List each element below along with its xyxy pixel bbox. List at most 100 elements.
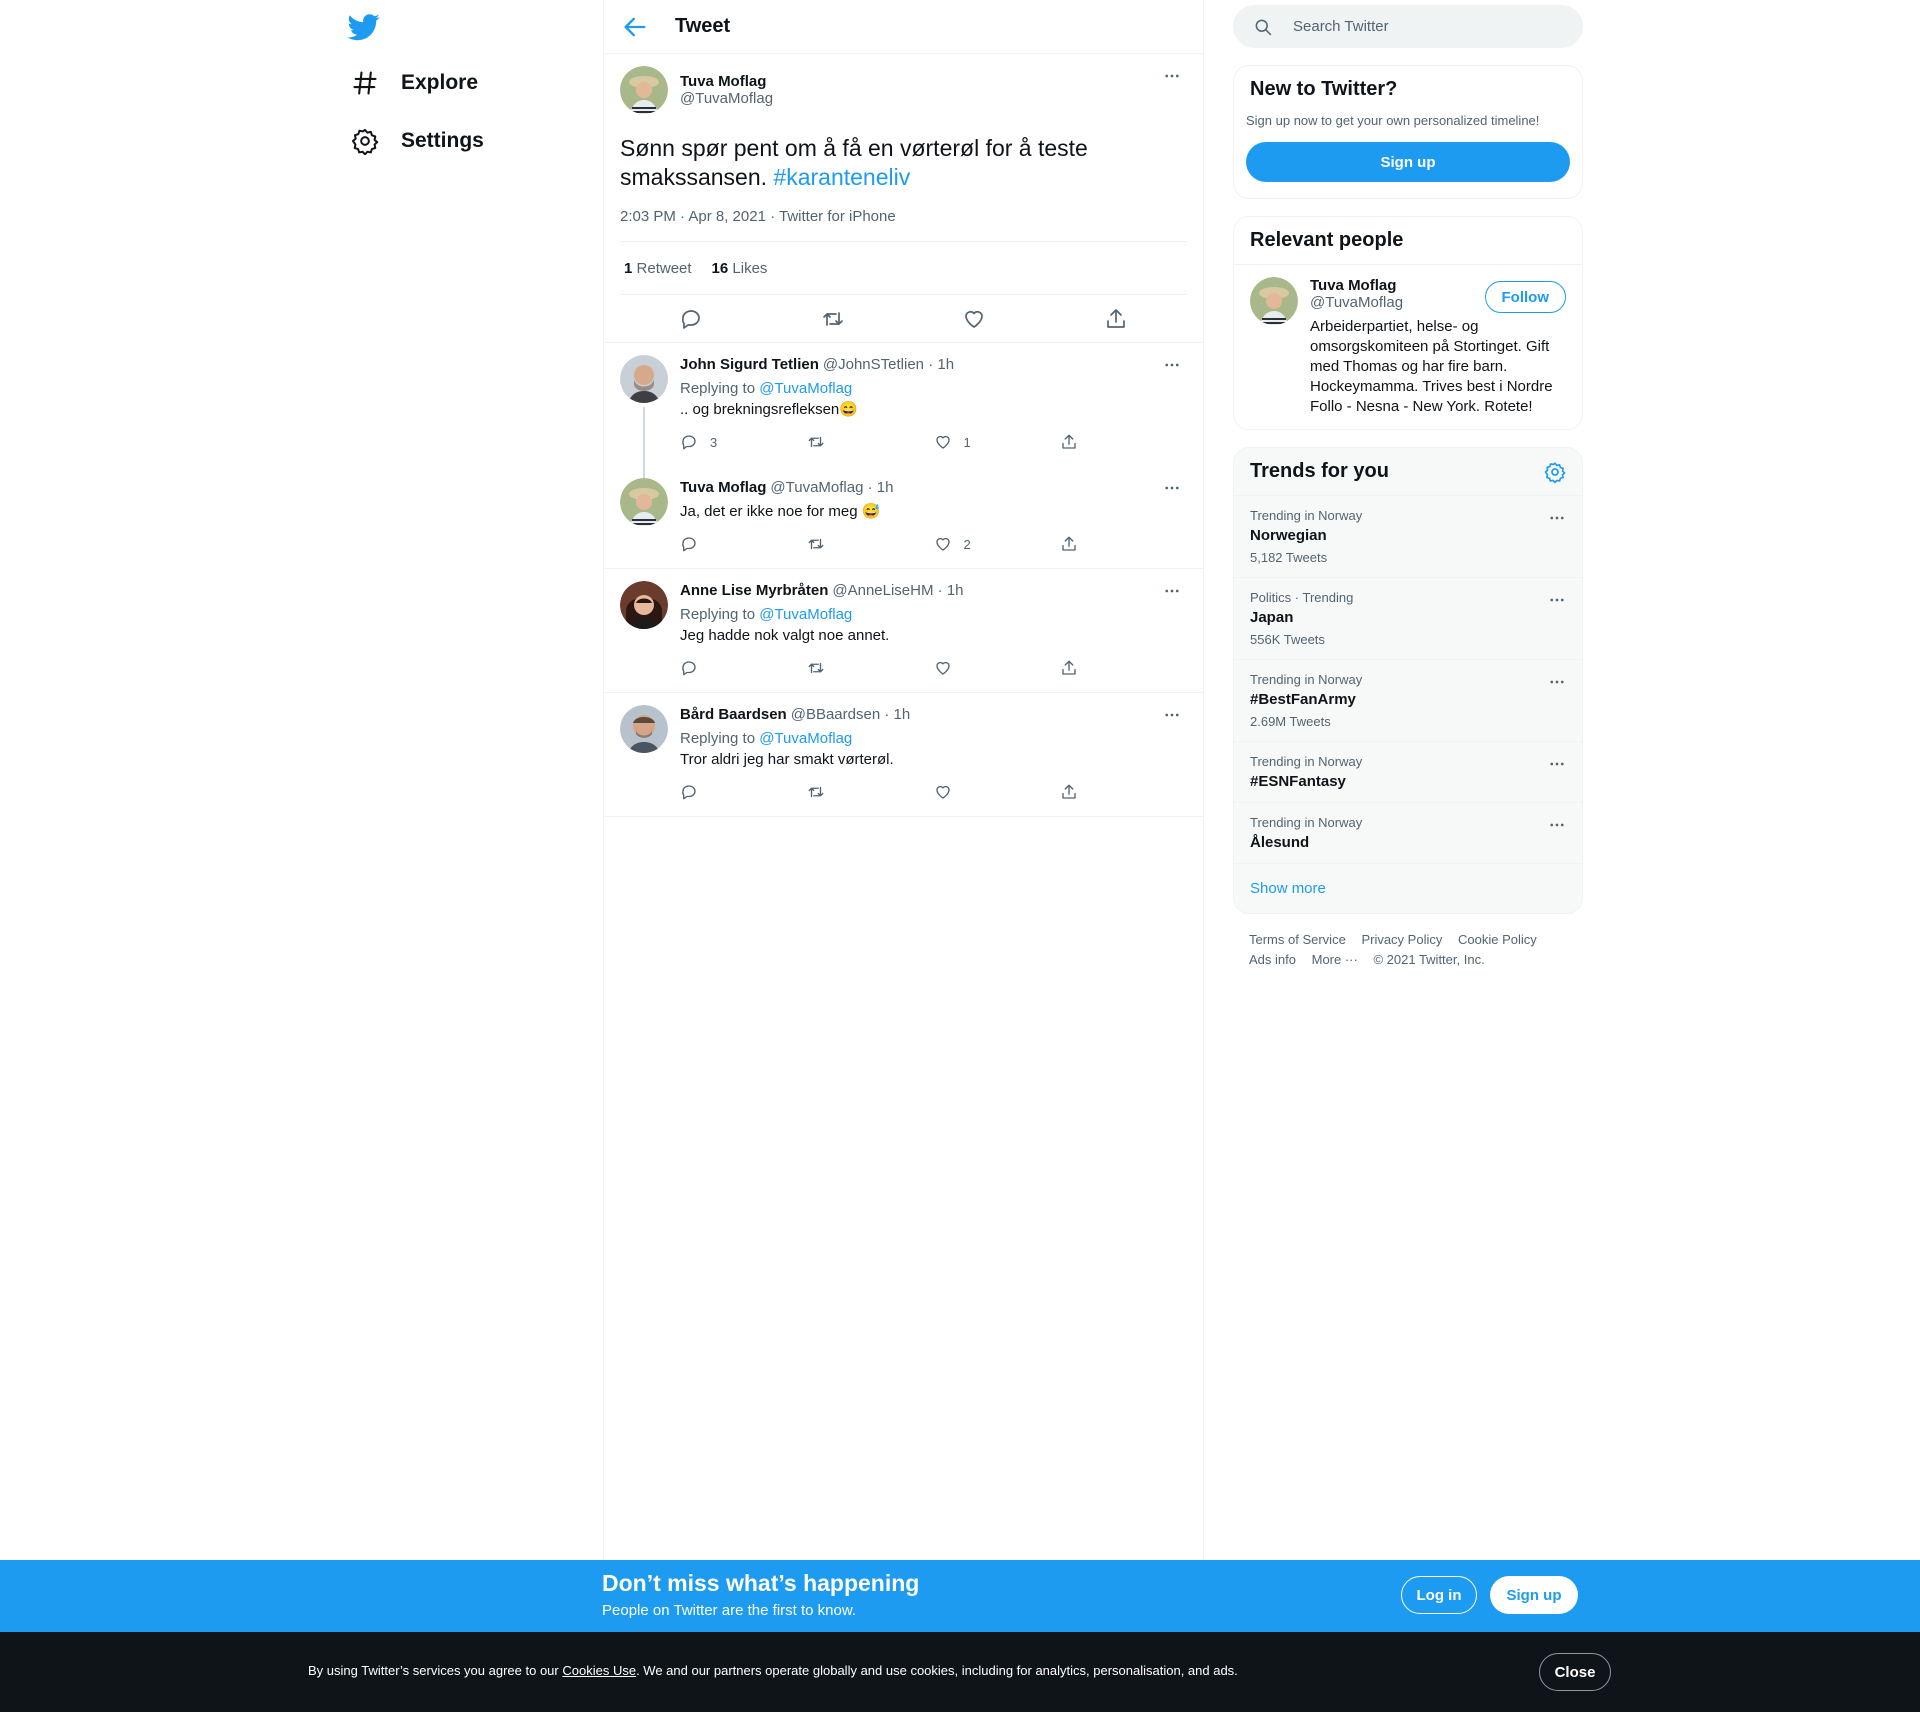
retweet-action[interactable] [807,433,934,451]
new-to-twitter-card: New to Twitter? Sign up now to get your … [1233,65,1583,199]
trend-item[interactable]: Trending in Norway Norwegian 5,182 Tweet… [1234,496,1582,578]
more-options-icon[interactable] [1542,672,1572,692]
search-box[interactable] [1233,5,1583,48]
mention-link[interactable]: @TuvaMoflag [759,380,852,397]
author-name[interactable]: Tuva Moflag [680,73,773,90]
like-icon [935,537,950,551]
signup-button[interactable]: Sign up [1246,142,1570,182]
retweet-action[interactable] [807,783,934,801]
show-more-link[interactable]: Show more [1234,864,1582,913]
reply-tweet[interactable]: Tuva Moflag @TuvaMoflag · 1h Ja, det er i… [604,466,1203,569]
reply-action[interactable] [680,535,807,553]
hashtag-link[interactable]: #karanteneliv [773,164,910,190]
more-options-icon[interactable] [1157,66,1187,86]
like-icon [935,435,950,449]
like-action[interactable] [934,783,1061,801]
footer-more-link[interactable]: More ··· [1312,952,1358,967]
card-title: New to Twitter? [1250,78,1398,100]
more-options-icon[interactable] [1157,355,1187,375]
footer-link[interactable]: Privacy Policy [1361,932,1442,947]
share-action[interactable] [1060,659,1187,677]
author-handle[interactable]: @AnneLiseHM [832,582,933,599]
like-icon [935,661,950,675]
tweet-time[interactable]: · 1h [938,582,964,599]
author-handle[interactable]: @JohnSTetlien [823,356,924,373]
retweet-icon[interactable] [821,307,845,331]
hashtag-icon [351,69,379,97]
author-handle[interactable]: @TuvaMoflag [770,479,863,496]
tweet-time[interactable]: · 1h [928,356,954,373]
share-icon [1062,434,1076,449]
like-action[interactable] [934,659,1061,677]
author-handle[interactable]: @BBaardsen [791,706,880,723]
close-button[interactable]: Close [1539,1653,1611,1691]
twitter-logo-icon[interactable] [348,11,380,43]
trend-name: Norwegian [1250,527,1327,544]
mention-link[interactable]: @TuvaMoflag [759,606,852,623]
footer-link[interactable]: Terms of Service [1249,932,1346,947]
avatar[interactable] [620,705,668,753]
author-name[interactable]: John Sigurd Tetlien [680,356,819,373]
more-options-icon[interactable] [1542,508,1572,528]
more-options-icon[interactable] [1542,815,1572,835]
reply-tweet[interactable]: Anne Lise Myrbråten @AnneLiseHM · 1h Repl… [604,569,1203,693]
footer-link[interactable]: Ads info [1249,952,1296,967]
login-button[interactable]: Log in [1401,1576,1477,1614]
retweet-icon [808,662,824,674]
share-action[interactable] [1060,783,1187,801]
like-icon[interactable] [962,307,986,331]
author-name[interactable]: Bård Baardsen [680,706,787,723]
reply-icon[interactable] [679,307,703,331]
gear-icon[interactable] [1544,461,1566,483]
reply-action[interactable] [680,783,807,801]
avatar[interactable] [1250,277,1298,325]
author-name[interactable]: Tuva Moflag [680,479,766,496]
author-name[interactable]: Anne Lise Myrbråten [680,582,828,599]
tweet-time[interactable]: · 1h [884,706,910,723]
share-action[interactable] [1060,433,1187,451]
gear-icon [351,127,379,155]
back-arrow-icon[interactable] [621,13,649,41]
more-options-icon[interactable] [1157,581,1187,601]
tweet-time[interactable]: · 1h [868,479,894,496]
avatar[interactable] [620,355,668,403]
share-icon[interactable] [1104,307,1128,331]
retweets-stat[interactable]: 1 Retweet [624,260,692,277]
avatar[interactable] [620,66,668,114]
retweet-action[interactable] [807,659,934,677]
follow-button[interactable]: Follow [1484,281,1566,313]
nav-explore[interactable]: Explore [351,63,478,103]
person-item[interactable]: Tuva Moflag @TuvaMoflag Arbeiderpartiet,… [1234,265,1582,429]
retweet-action[interactable] [807,535,934,553]
trend-item[interactable]: Trending in Norway #BestFanArmy 2.69M Tw… [1234,660,1582,742]
avatar[interactable] [620,478,668,526]
more-options-icon[interactable] [1157,478,1187,498]
more-options-icon[interactable] [1157,705,1187,725]
mention-link[interactable]: @TuvaMoflag [759,730,852,747]
likes-stat[interactable]: 16 Likes [712,260,768,277]
reply-action[interactable] [680,659,807,677]
signup-button[interactable]: Sign up [1490,1576,1578,1614]
tweet-actions [620,295,1187,342]
trend-context: Trending in Norway [1250,815,1363,830]
like-action[interactable]: 1 [934,433,1061,451]
reply-tweet[interactable]: Bård Baardsen @BBaardsen · 1h Replying to… [604,693,1203,817]
avatar[interactable] [620,581,668,629]
search-input[interactable] [1291,17,1555,36]
trend-item[interactable]: Trending in Norway Ålesund [1234,803,1582,864]
trend-item[interactable]: Politics · Trending Japan 556K Tweets [1234,578,1582,660]
more-options-icon[interactable] [1542,590,1572,610]
trend-item[interactable]: Trending in Norway #ESNFantasy [1234,742,1582,803]
cookies-use-link[interactable]: Cookies Use [562,1663,636,1678]
reply-action[interactable]: 3 [680,433,807,451]
footer-link[interactable]: Cookie Policy [1458,932,1537,947]
tweet-meta[interactable]: 2:03 PM · Apr 8, 2021 · Twitter for iPho… [620,208,1187,242]
like-action[interactable]: 2 [934,535,1061,553]
reply-tweet[interactable]: John Sigurd Tetlien @JohnSTetlien · 1h Re… [604,343,1203,482]
share-action[interactable] [1060,535,1187,553]
nav-settings[interactable]: Settings [351,121,484,161]
replying-to: Replying to @TuvaMoflag [680,729,1187,748]
replying-to: Replying to @TuvaMoflag [680,379,1187,398]
author-handle[interactable]: @TuvaMoflag [680,90,773,107]
more-options-icon[interactable] [1542,754,1572,774]
